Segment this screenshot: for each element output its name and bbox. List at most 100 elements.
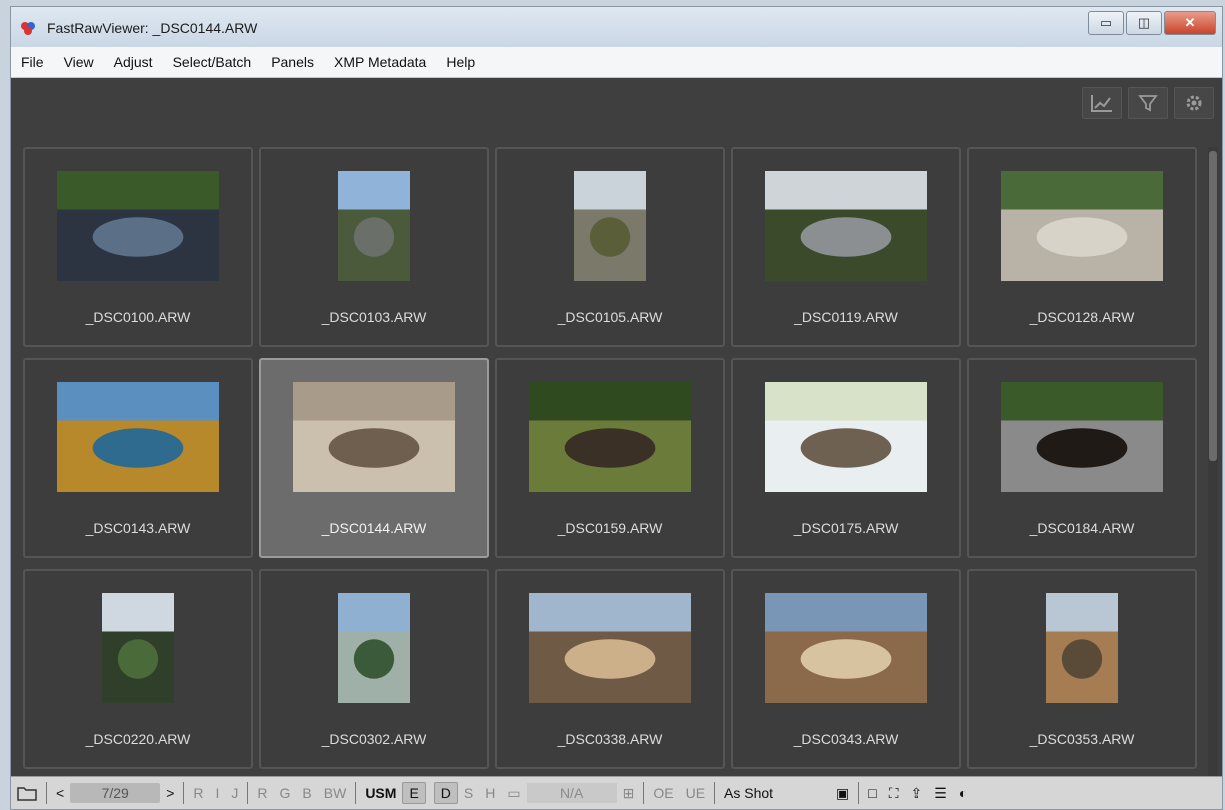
d-button[interactable]: D — [433, 782, 458, 804]
thumbnail-image[interactable] — [57, 171, 219, 281]
thumbnail-tile[interactable]: _DSC0184.ARW — [967, 358, 1197, 558]
thumbnail-image[interactable] — [574, 171, 646, 281]
thumbnail-tile[interactable]: _DSC0103.ARW — [259, 147, 489, 347]
thumbnail-tile[interactable]: _DSC0159.ARW — [495, 358, 725, 558]
bw-button[interactable]: BW — [318, 781, 353, 805]
thumbnail-filename: _DSC0144.ARW — [321, 520, 427, 536]
thumbnail-filename: _DSC0338.ARW — [557, 731, 663, 747]
thumbnail-image[interactable] — [765, 171, 927, 281]
thumbnail-image[interactable] — [1046, 593, 1118, 703]
thumbnail-image[interactable] — [1001, 382, 1163, 492]
thumbnail-image[interactable] — [1001, 171, 1163, 281]
histogram-button[interactable] — [1082, 87, 1122, 119]
thumbnail-image[interactable] — [529, 382, 691, 492]
thumbnail-tile[interactable]: _DSC0302.ARW — [259, 569, 489, 769]
separator — [247, 782, 249, 804]
single-view-button[interactable]: □ — [862, 781, 882, 805]
blue-channel-button[interactable]: B — [296, 781, 317, 805]
thumbnail-image[interactable] — [57, 382, 219, 492]
app-logo-icon — [21, 22, 35, 35]
open-folder-button[interactable] — [11, 781, 43, 805]
thumbnail-tile[interactable]: _DSC0144.ARW — [259, 358, 489, 558]
thumbnail-image[interactable] — [529, 593, 691, 703]
thumbnail-image[interactable] — [338, 171, 410, 281]
maximize-icon: ◫ — [1137, 15, 1151, 30]
separator — [355, 782, 357, 804]
thumbnail-grid: _DSC0100.ARW _DSC0103.ARW _DSC0105.ARW _DSC… — [23, 147, 1201, 777]
wb-options-button[interactable]: ▣ — [830, 781, 855, 805]
fullscreen-button[interactable]: ⛶ — [883, 781, 905, 805]
menu-file[interactable]: File — [11, 54, 54, 70]
thumbnail-tile[interactable]: _DSC0175.ARW — [731, 358, 961, 558]
chevron-left-icon: < — [56, 785, 65, 801]
minimize-button[interactable]: ▭ — [1088, 11, 1124, 35]
minus-button[interactable]: ▭ — [501, 781, 526, 805]
thumbnail-filename: _DSC0143.ARW — [85, 520, 191, 536]
thumbnail-image[interactable] — [338, 593, 410, 703]
h-button[interactable]: H — [479, 781, 501, 805]
channel-r-button[interactable]: R — [187, 781, 209, 805]
ue-button[interactable]: UE — [680, 781, 711, 805]
contrast-button[interactable]: ◐ — [953, 781, 973, 805]
thumbnail-filename: _DSC0302.ARW — [321, 731, 427, 747]
thumbnail-filename: _DSC0128.ARW — [1029, 309, 1135, 325]
close-button[interactable]: ✕ — [1164, 11, 1216, 35]
previous-button[interactable]: < — [50, 781, 70, 805]
panel-icon: ▣ — [836, 784, 850, 801]
menu-adjust[interactable]: Adjust — [104, 54, 163, 70]
app-window: FastRawViewer: _DSC0144.ARW ▭ ◫ ✕ File V… — [10, 6, 1223, 810]
thumbnail-tile[interactable]: _DSC0100.ARW — [23, 147, 253, 347]
thumbnail-tile[interactable]: _DSC0105.ARW — [495, 147, 725, 347]
thumbnail-image[interactable] — [765, 593, 927, 703]
thumbnail-filename: _DSC0103.ARW — [321, 309, 427, 325]
channel-j-button[interactable]: J — [225, 781, 244, 805]
oe-button[interactable]: OE — [647, 781, 679, 805]
window-title: FastRawViewer: _DSC0144.ARW — [47, 20, 258, 36]
menu-bar: File View Adjust Select/Batch Panels XMP… — [11, 47, 1222, 78]
thumbnail-tile[interactable]: _DSC0119.ARW — [731, 147, 961, 347]
menu-select-batch[interactable]: Select/Batch — [163, 54, 262, 70]
title-bar[interactable]: FastRawViewer: _DSC0144.ARW ▭ ◫ ✕ — [11, 7, 1222, 47]
green-channel-button[interactable]: G — [274, 781, 297, 805]
maximize-button[interactable]: ◫ — [1126, 11, 1162, 35]
menu-help[interactable]: Help — [436, 54, 485, 70]
red-channel-button[interactable]: R — [251, 781, 273, 805]
thumbnail-image[interactable] — [293, 382, 455, 492]
thumbnail-filename: _DSC0119.ARW — [794, 309, 898, 325]
e-button[interactable]: E — [402, 782, 426, 804]
white-balance-select[interactable]: As Shot — [718, 781, 830, 805]
thumbnail-filename: _DSC0100.ARW — [85, 309, 191, 325]
menu-view[interactable]: View — [54, 54, 104, 70]
thumbnail-image[interactable] — [102, 593, 174, 703]
thumbnail-filename: _DSC0220.ARW — [85, 731, 191, 747]
thumbnail-filename: _DSC0105.ARW — [557, 309, 663, 325]
single-view-icon: □ — [868, 785, 877, 801]
plus-button[interactable]: ⊞ — [617, 781, 641, 805]
menu-xmp-metadata[interactable]: XMP Metadata — [324, 54, 436, 70]
s-button[interactable]: S — [458, 781, 479, 805]
fullscreen-icon: ⛶ — [888, 784, 899, 801]
thumbnail-tile[interactable]: _DSC0343.ARW — [731, 569, 961, 769]
image-counter[interactable]: 7/29 — [70, 783, 161, 803]
thumbnail-tile[interactable]: _DSC0220.ARW — [23, 569, 253, 769]
thumbnail-image[interactable] — [765, 382, 927, 492]
export-button[interactable]: ⇪ — [905, 781, 929, 805]
thumbnail-filename: _DSC0184.ARW — [1029, 520, 1135, 536]
next-button[interactable]: > — [160, 781, 180, 805]
channel-i-button[interactable]: I — [210, 781, 226, 805]
vertical-scrollbar[interactable] — [1208, 147, 1218, 777]
scrollbar-thumb[interactable] — [1209, 151, 1217, 461]
usm-button[interactable]: USM — [359, 781, 402, 805]
thumbnail-filename: _DSC0353.ARW — [1029, 731, 1135, 747]
thumbnail-tile[interactable]: _DSC0353.ARW — [967, 569, 1197, 769]
thumbnail-filename: _DSC0175.ARW — [793, 520, 899, 536]
thumbnail-tile[interactable]: _DSC0128.ARW — [967, 147, 1197, 347]
histogram-icon — [1091, 95, 1112, 112]
filter-button[interactable] — [1128, 87, 1168, 119]
settings-button[interactable] — [1174, 87, 1214, 119]
minimize-icon: ▭ — [1099, 15, 1113, 30]
menu-panels[interactable]: Panels — [261, 54, 324, 70]
thumbnail-tile[interactable]: _DSC0338.ARW — [495, 569, 725, 769]
details-button[interactable]: ☰ — [928, 781, 953, 805]
thumbnail-tile[interactable]: _DSC0143.ARW — [23, 358, 253, 558]
